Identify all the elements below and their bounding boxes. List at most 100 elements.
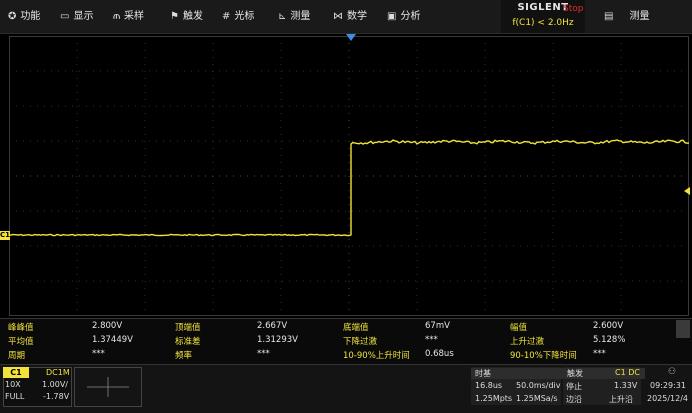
grid-dot <box>443 211 444 212</box>
grid-dot <box>310 141 311 142</box>
measure-value: 67mV <box>425 321 450 331</box>
measure-label: 顶端值 <box>175 321 201 333</box>
grid-dot <box>289 141 290 142</box>
measure-label: 上升过激 <box>510 335 544 347</box>
trigger-level-marker[interactable] <box>684 187 690 195</box>
grid-dot <box>72 211 73 212</box>
run-state-label[interactable]: Stop <box>563 4 583 14</box>
grid-dot <box>429 211 430 212</box>
grid-dot <box>156 106 157 107</box>
grid-dot <box>415 246 416 247</box>
grid-dot <box>240 141 241 142</box>
grid-dot <box>213 169 214 170</box>
grid-dot <box>562 211 563 212</box>
brand-status-panel: SIGLENT Stop f(C1) < 2.0Hz <box>501 0 585 33</box>
grid-dot <box>145 260 146 261</box>
grid-dot <box>450 176 451 177</box>
grid-dot <box>345 71 346 72</box>
grid-dot <box>345 106 346 107</box>
grid-dot <box>597 141 598 142</box>
grid-dot <box>632 246 633 247</box>
grid-dot <box>79 141 80 142</box>
grid-dot <box>625 246 626 247</box>
grid-dot <box>44 141 45 142</box>
grid-dot <box>506 211 507 212</box>
grid-dot <box>621 162 622 163</box>
grid-dot <box>128 141 129 142</box>
grid-dot <box>303 106 304 107</box>
measure-label: 下降过激 <box>343 335 377 347</box>
grid-dot <box>417 92 418 93</box>
measure-scroll-button[interactable] <box>676 320 690 338</box>
grid-dot <box>184 71 185 72</box>
grid-dot <box>349 274 350 275</box>
menu-item-label: 光标 <box>234 0 254 33</box>
grid-dot <box>548 106 549 107</box>
grid-dot <box>553 57 554 58</box>
measure-panel-icon: ▤ <box>604 0 613 33</box>
menu-item-2[interactable]: ⫙采样 <box>113 0 144 33</box>
grid-dot <box>621 85 622 86</box>
grid-dot <box>349 253 350 254</box>
grid-dot <box>660 211 661 212</box>
menu-item-measure-panel[interactable]: ▤ 测量 <box>604 0 649 33</box>
waveform-grid[interactable] <box>9 36 689 316</box>
network-icon[interactable]: ⚇ <box>668 367 676 377</box>
ch1-offset-marker[interactable]: C1 <box>0 231 10 240</box>
grid-dot <box>349 246 350 247</box>
grid-dot <box>23 281 24 282</box>
trigger-position-marker[interactable] <box>346 34 356 41</box>
grid-dot <box>349 239 350 240</box>
grid-dot <box>387 211 388 212</box>
grid-dot <box>317 71 318 72</box>
grid-dot <box>373 141 374 142</box>
grid-dot <box>621 183 622 184</box>
grid-dot <box>77 309 78 310</box>
grid-dot <box>569 211 570 212</box>
add-channel-box[interactable] <box>74 367 142 407</box>
grid-dot <box>296 246 297 247</box>
grid-dot <box>93 176 94 177</box>
grid-dot <box>72 71 73 72</box>
grid-dot <box>513 141 514 142</box>
grid-dot <box>457 106 458 107</box>
grid-dot <box>79 281 80 282</box>
grid-dot <box>417 260 418 261</box>
grid-dot <box>93 106 94 107</box>
grid-dot <box>107 71 108 72</box>
grid-dot <box>79 71 80 72</box>
grid-dot <box>145 99 146 100</box>
grid-dot <box>553 197 554 198</box>
grid-dot <box>527 71 528 72</box>
grid-dot <box>422 71 423 72</box>
grid-dot <box>338 246 339 247</box>
grid-dot <box>667 106 668 107</box>
grid-dot <box>296 176 297 177</box>
grid-dot <box>145 162 146 163</box>
grid-dot <box>282 281 283 282</box>
clock-date: 2025/12/4 <box>647 394 688 403</box>
trigger-frequency-readout: f(C1) < 2.0Hz <box>501 18 585 28</box>
grid-dot <box>114 281 115 282</box>
grid-dot <box>513 106 514 107</box>
menu-item-7[interactable]: ▣分析 <box>387 0 420 33</box>
menu-item-4[interactable]: #光标 <box>222 0 254 33</box>
menu-item-0[interactable]: ✪功能 <box>8 0 40 33</box>
menu-item-1[interactable]: ▭显示 <box>60 0 93 33</box>
grid-dot <box>349 57 350 58</box>
grid-dot <box>417 169 418 170</box>
menu-item-3[interactable]: ⚑触发 <box>170 0 203 33</box>
grid-dot <box>394 246 395 247</box>
grid-dot <box>597 246 598 247</box>
grid-dot <box>317 141 318 142</box>
grid-dot <box>436 211 437 212</box>
grid-dot <box>145 232 146 233</box>
menu-item-5[interactable]: ⊾测量 <box>278 0 310 33</box>
grid-dot <box>163 211 164 212</box>
menu-item-6[interactable]: ⋈数学 <box>333 0 367 33</box>
grid-dot <box>281 204 282 205</box>
grid-dot <box>401 71 402 72</box>
grid-dot <box>485 113 486 114</box>
grid-dot <box>548 176 549 177</box>
grid-dot <box>417 106 418 107</box>
